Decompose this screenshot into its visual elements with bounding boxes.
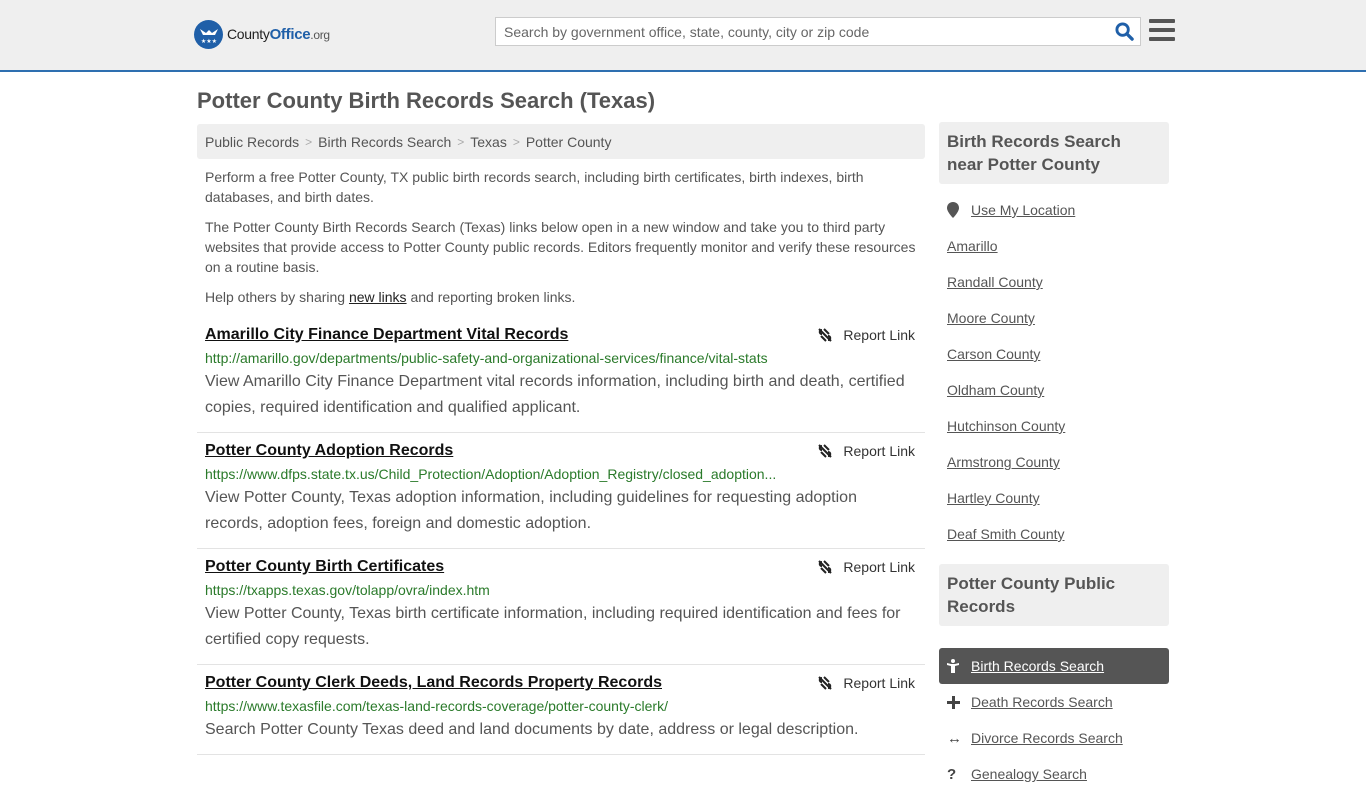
public-records-heading: Potter County Public Records xyxy=(939,564,1169,626)
record-url[interactable]: https://www.texasfile.com/texas-land-rec… xyxy=(205,697,785,715)
record-title-link[interactable]: Potter County Adoption Records xyxy=(205,441,453,461)
site-header: ★★★ CountyOffice.org xyxy=(0,0,1366,72)
question-icon: ? xyxy=(947,765,957,783)
intro-paragraph-1: Perform a free Potter County, TX public … xyxy=(205,169,864,205)
breadcrumb-public-records[interactable]: Public Records xyxy=(205,134,299,150)
logo-tld: .org xyxy=(310,28,330,42)
broken-link-icon xyxy=(818,328,833,342)
nav-death-records-search[interactable]: Death Records Search xyxy=(939,684,1169,720)
nearby-heading: Birth Records Search near Potter County xyxy=(939,122,1169,184)
broken-link-icon xyxy=(818,444,833,458)
record-item: Potter County Adoption Records Report Li… xyxy=(197,433,925,549)
eagle-logo-icon: ★★★ xyxy=(194,20,223,49)
map-pin-icon xyxy=(947,202,971,218)
nav-divorce-records-link[interactable]: Divorce Records Search xyxy=(971,730,1123,746)
search-button[interactable] xyxy=(1108,18,1140,45)
sidebar: Birth Records Search near Potter County … xyxy=(939,122,1169,792)
records-list: Amarillo City Finance Department Vital R… xyxy=(197,317,925,755)
nearby-link-deaf-smith-county[interactable]: Deaf Smith County xyxy=(947,526,1065,542)
intro-paragraph-3: Help others by sharing new links and rep… xyxy=(205,289,576,305)
nearby-item[interactable]: Deaf Smith County xyxy=(947,516,1161,552)
nearby-link-armstrong-county[interactable]: Armstrong County xyxy=(947,454,1060,470)
record-item: Potter County Birth Certificates Report … xyxy=(197,549,925,665)
nav-death-records-link[interactable]: Death Records Search xyxy=(971,694,1113,710)
nearby-item[interactable]: Oldham County xyxy=(947,372,1161,408)
record-title-link[interactable]: Potter County Birth Certificates xyxy=(205,557,444,577)
nearby-item[interactable]: Randall County xyxy=(947,264,1161,300)
logo-text: County xyxy=(227,26,270,42)
record-title-link[interactable]: Potter County Clerk Deeds, Land Records … xyxy=(205,673,662,693)
nearby-link-oldham-county[interactable]: Oldham County xyxy=(947,382,1044,398)
nearby-item[interactable]: Carson County xyxy=(947,336,1161,372)
report-link-button[interactable]: Report Link xyxy=(817,675,915,691)
breadcrumb-texas[interactable]: Texas xyxy=(470,134,507,150)
use-my-location-link[interactable]: Use My Location xyxy=(971,202,1075,218)
public-records-nav: Birth Records Search Death Records Searc… xyxy=(939,647,1169,792)
record-url[interactable]: https://txapps.texas.gov/tolapp/ovra/ind… xyxy=(205,581,785,599)
arrows-icon: ↔ xyxy=(947,729,962,747)
record-url[interactable]: https://www.dfps.state.tx.us/Child_Prote… xyxy=(205,465,785,483)
nearby-item[interactable]: Amarillo xyxy=(947,228,1161,264)
record-description: View Amarillo City Finance Department vi… xyxy=(205,373,905,416)
search-icon xyxy=(1114,22,1134,41)
nearby-link-hutchinson-county[interactable]: Hutchinson County xyxy=(947,418,1065,434)
nav-birth-records-link[interactable]: Birth Records Search xyxy=(971,658,1104,674)
intro-paragraph-2: The Potter County Birth Records Search (… xyxy=(205,219,916,275)
plus-icon xyxy=(947,695,971,709)
broken-link-icon xyxy=(818,676,833,690)
logo-text-bold: Office xyxy=(269,26,311,43)
nearby-link-moore-county[interactable]: Moore County xyxy=(947,310,1035,326)
intro-text: Perform a free Potter County, TX public … xyxy=(197,159,925,307)
nearby-link-hartley-county[interactable]: Hartley County xyxy=(947,490,1040,506)
nearby-item[interactable]: Armstrong County xyxy=(947,444,1161,480)
nearby-item[interactable]: Hartley County xyxy=(947,480,1161,516)
nav-divorce-records-search[interactable]: ↔ Divorce Records Search xyxy=(939,720,1169,756)
breadcrumb-birth-records[interactable]: Birth Records Search xyxy=(318,134,451,150)
new-links-link[interactable]: new links xyxy=(349,289,407,305)
report-link-button[interactable]: Report Link xyxy=(817,559,915,575)
hamburger-menu-icon[interactable] xyxy=(1149,19,1175,41)
nearby-item[interactable]: Hutchinson County xyxy=(947,408,1161,444)
page-title: Potter County Birth Records Search (Texa… xyxy=(197,88,656,113)
broken-link-icon xyxy=(818,560,833,574)
breadcrumb-separator: > xyxy=(512,134,520,149)
record-item: Amarillo City Finance Department Vital R… xyxy=(197,317,925,433)
nearby-item[interactable]: Moore County xyxy=(947,300,1161,336)
record-description: View Potter County, Texas birth certific… xyxy=(205,605,901,648)
report-link-button[interactable]: Report Link xyxy=(817,443,915,459)
nearby-link-carson-county[interactable]: Carson County xyxy=(947,346,1040,362)
svg-text:★★★: ★★★ xyxy=(200,38,216,45)
breadcrumb-separator: > xyxy=(305,134,313,149)
record-description: Search Potter County Texas deed and land… xyxy=(205,721,859,738)
main-content: Public Records > Birth Records Search > … xyxy=(197,124,925,755)
record-title-link[interactable]: Amarillo City Finance Department Vital R… xyxy=(205,325,568,345)
record-description: View Potter County, Texas adoption infor… xyxy=(205,489,857,532)
birth-icon xyxy=(947,659,971,673)
breadcrumb-separator: > xyxy=(457,134,465,149)
nav-genealogy-search[interactable]: ? Genealogy Search xyxy=(939,756,1169,792)
breadcrumb-potter-county: Potter County xyxy=(525,133,612,150)
nearby-link-randall-county[interactable]: Randall County xyxy=(947,274,1043,290)
nearby-list: Use My Location Amarillo Randall County … xyxy=(939,184,1169,558)
search-input[interactable] xyxy=(496,18,1108,45)
use-my-location[interactable]: Use My Location xyxy=(947,192,1161,228)
nearby-link-amarillo[interactable]: Amarillo xyxy=(947,238,998,254)
nav-birth-records-search[interactable]: Birth Records Search xyxy=(939,648,1169,684)
record-item: Potter County Clerk Deeds, Land Records … xyxy=(197,665,925,755)
search-box xyxy=(495,17,1141,46)
nav-genealogy-link[interactable]: Genealogy Search xyxy=(971,766,1087,782)
report-link-button[interactable]: Report Link xyxy=(817,327,915,343)
site-logo[interactable]: ★★★ CountyOffice.org xyxy=(194,20,330,49)
record-url[interactable]: http://amarillo.gov/departments/public-s… xyxy=(205,349,785,367)
breadcrumb: Public Records > Birth Records Search > … xyxy=(197,124,925,159)
